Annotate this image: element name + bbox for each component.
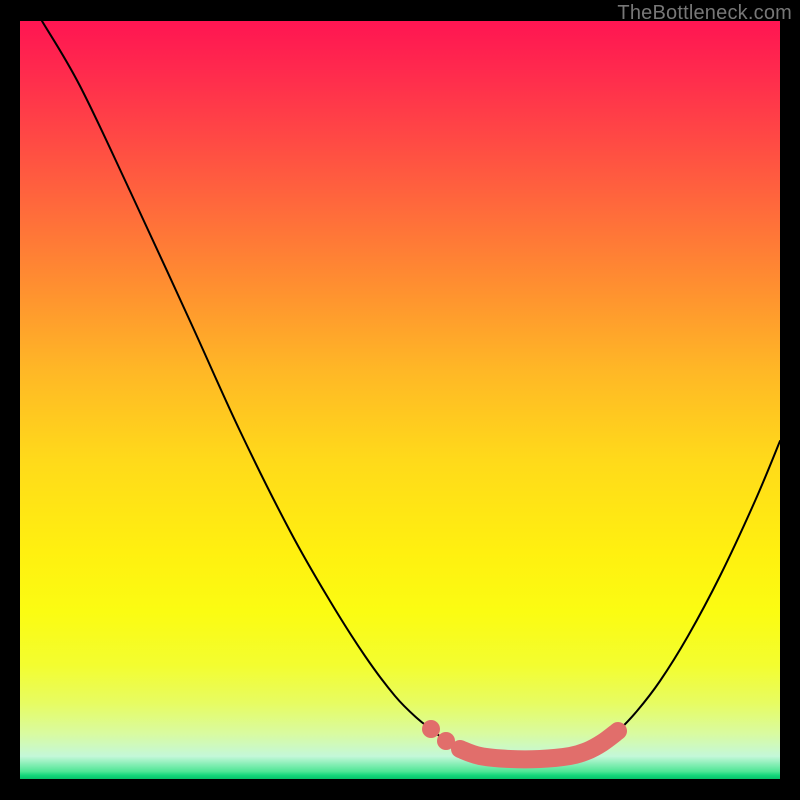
plot-area bbox=[20, 21, 780, 779]
chart-frame: TheBottleneck.com bbox=[0, 0, 800, 800]
optimal-range-highlight bbox=[460, 731, 618, 759]
chart-svg bbox=[20, 21, 780, 779]
highlight-dot bbox=[422, 720, 440, 738]
bottleneck-curve bbox=[42, 21, 780, 759]
highlight-dot bbox=[437, 732, 455, 750]
